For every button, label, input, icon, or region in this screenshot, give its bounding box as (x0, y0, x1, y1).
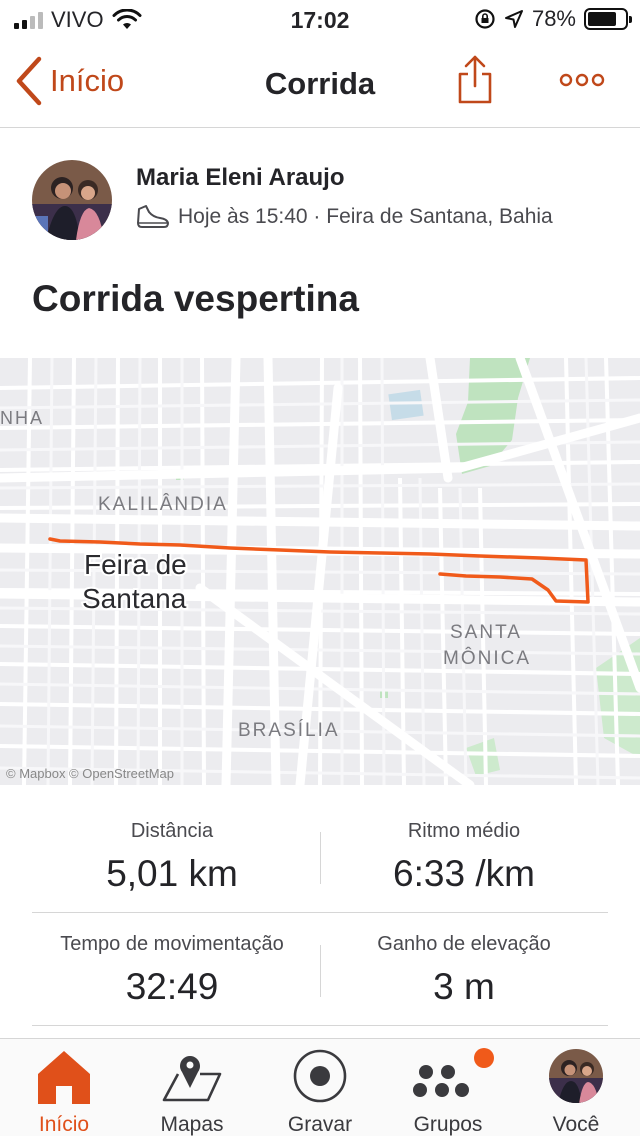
activity-title: Corrida vespertina (32, 278, 359, 319)
map-attribution[interactable]: © Mapbox © OpenStreetMap (6, 766, 174, 781)
map-label-brasilia: BRASÍLIA (238, 720, 340, 741)
tab-bar: Início Mapas Gravar Grupos Você (0, 1038, 640, 1136)
pace-value: 6:33 /km (393, 853, 535, 894)
battery-icon (584, 8, 632, 30)
tab-voce[interactable]: Você (512, 1045, 640, 1136)
notification-badge (474, 1048, 494, 1068)
map-label-monica: MÔNICA (443, 647, 531, 669)
more-options-button[interactable] (558, 70, 606, 95)
avatar (549, 1049, 603, 1103)
tab-label: Grupos (413, 1113, 483, 1136)
pace-stat: Ritmo médio 6:33 /km (320, 820, 608, 895)
more-icon (559, 73, 605, 87)
tab-label: Início (38, 1113, 90, 1136)
athlete-name[interactable]: Maria Eleni Araujo (136, 164, 345, 192)
moving-time-stat: Tempo de movimentação 32:49 (32, 933, 312, 1008)
navigation-bar: Início Corrida (0, 40, 640, 128)
stats-row-1: Distância 5,01 km Ritmo médio 6:33 /km (32, 800, 608, 913)
map-city-label-line2: Santana (82, 583, 187, 614)
map-label-nha: NHA (0, 408, 44, 428)
shoe-icon (137, 205, 169, 228)
home-icon (38, 1051, 90, 1104)
groups-icon (413, 1048, 494, 1097)
tab-mapas[interactable]: Mapas (128, 1045, 256, 1136)
map-city-label-line1: Feira de (84, 549, 187, 580)
battery-percent: 78% (531, 6, 576, 31)
tab-inicio[interactable]: Início (0, 1045, 128, 1136)
tab-label: Você (552, 1113, 600, 1136)
map-icon (162, 1056, 222, 1102)
tab-grupos[interactable]: Grupos (384, 1045, 512, 1136)
record-icon (293, 1049, 347, 1103)
page-title: Corrida (264, 66, 376, 101)
status-bar: VIVO 17:02 78% (0, 0, 640, 40)
distance-label: Distância (130, 820, 214, 842)
stats-row-2: Tempo de movimentação 32:49 Ganho de ele… (32, 913, 608, 1026)
distance-value: 5,01 km (106, 853, 238, 894)
elevation-label: Ganho de elevação (377, 933, 551, 955)
distance-stat: Distância 5,01 km (32, 820, 312, 895)
tab-label: Mapas (160, 1113, 224, 1136)
tab-gravar[interactable]: Gravar (256, 1045, 384, 1136)
share-icon (458, 55, 492, 104)
pace-label: Ritmo médio (407, 820, 521, 842)
activity-meta: Hoje às 15:40 · Feira de Santana, Bahia (136, 204, 553, 230)
athlete-header: Maria Eleni Araujo Hoje às 15:40 · Feira… (32, 160, 612, 242)
activity-stats: Distância 5,01 km Ritmo médio 6:33 /km T… (32, 800, 608, 1026)
map-label-kalilandia: KALILÂNDIA (98, 493, 228, 515)
tab-label: Gravar (287, 1113, 353, 1136)
route-map[interactable]: NHA KALILÂNDIA SANTA MÔNICA BRASÍLIA Fei… (0, 358, 640, 785)
elevation-value: 3 m (433, 966, 495, 1007)
moving-time-value: 32:49 (125, 966, 219, 1007)
moving-time-label: Tempo de movimentação (60, 933, 284, 955)
elevation-stat: Ganho de elevação 3 m (320, 933, 608, 1008)
share-button[interactable] (455, 54, 495, 111)
avatar[interactable] (32, 160, 112, 240)
activity-date-location: Hoje às 15:40 · Feira de Santana, Bahia (178, 205, 553, 228)
map-label-santa: SANTA (450, 622, 522, 643)
rotation-lock-icon (475, 9, 495, 29)
location-arrow-icon (504, 10, 523, 28)
